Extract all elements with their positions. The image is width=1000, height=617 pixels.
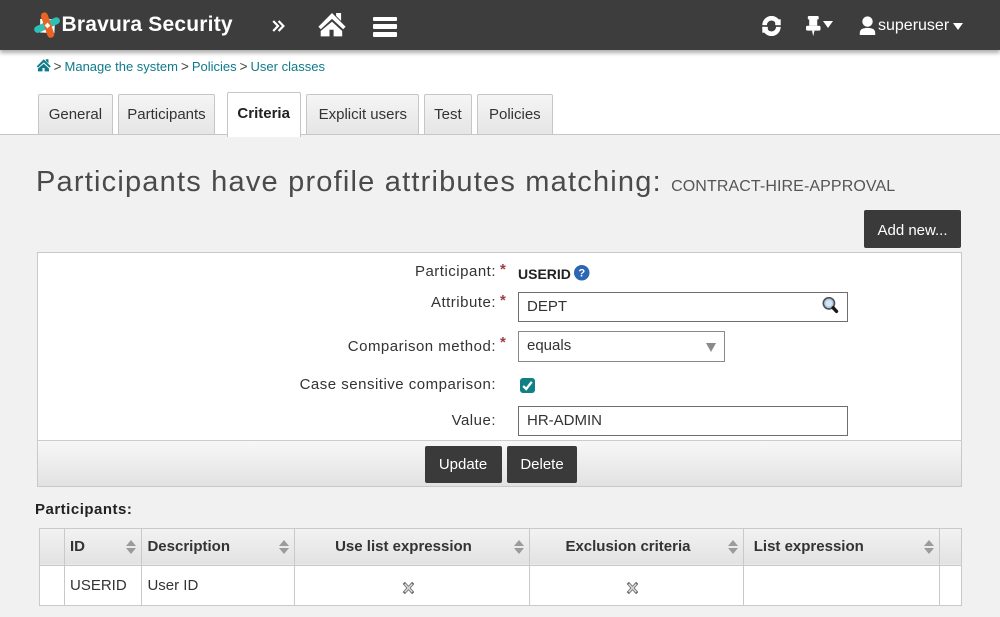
svg-text:?: ? <box>578 268 585 280</box>
